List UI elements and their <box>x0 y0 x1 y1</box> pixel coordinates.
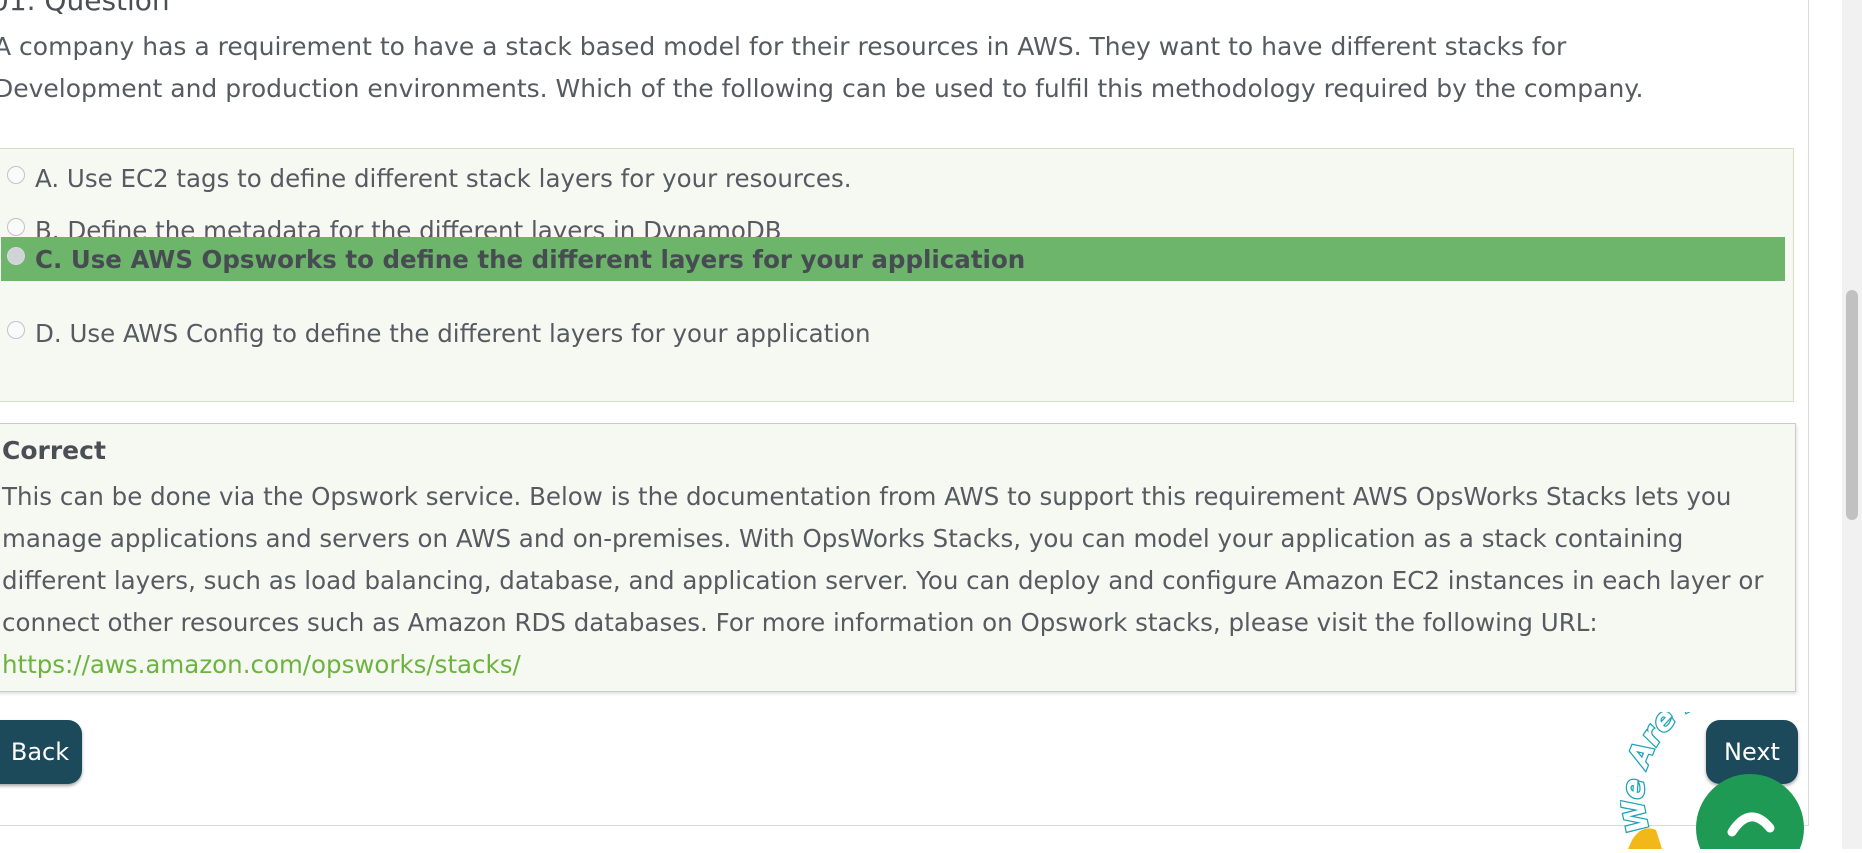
answer-options: A. Use EC2 tags to define different stac… <box>0 148 1794 402</box>
explanation-text: This can be done via the Opswork service… <box>2 476 1792 686</box>
chat-widget[interactable]: We Are Here! <box>1614 667 1850 853</box>
result-label: Correct <box>2 436 106 465</box>
explanation-box: Correct This can be done via the Opswork… <box>0 423 1796 692</box>
back-button[interactable]: Back <box>0 720 82 784</box>
radio-button-d[interactable] <box>7 321 25 339</box>
radio-button-a[interactable] <box>7 166 25 184</box>
question-text: A company has a requirement to have a st… <box>0 32 1644 103</box>
option-c[interactable]: C. Use AWS Opsworks to define the differ… <box>1 237 1785 281</box>
chat-widget-graphic: We Are Here! <box>1614 667 1804 853</box>
explanation-body: This can be done via the Opswork service… <box>2 482 1764 637</box>
documentation-link[interactable]: https://aws.amazon.com/opsworks/stacks/ <box>2 650 521 679</box>
question-title: 01. Question <box>0 0 170 17</box>
option-d[interactable]: D. Use AWS Config to define the differen… <box>1 307 1785 359</box>
scrollbar-thumb[interactable] <box>1846 290 1858 520</box>
option-d-label: D. Use AWS Config to define the differen… <box>35 318 871 348</box>
radio-button-c[interactable] <box>7 247 25 265</box>
chat-bubble-icon[interactable] <box>1696 774 1804 853</box>
option-a[interactable]: A. Use EC2 tags to define different stac… <box>1 152 1785 204</box>
option-c-label: C. Use AWS Opsworks to define the differ… <box>35 244 1026 274</box>
question-panel: 01. Question A company has a requirement… <box>0 0 1809 826</box>
radio-button-b[interactable] <box>7 218 25 236</box>
option-a-label: A. Use EC2 tags to define different stac… <box>35 163 852 193</box>
